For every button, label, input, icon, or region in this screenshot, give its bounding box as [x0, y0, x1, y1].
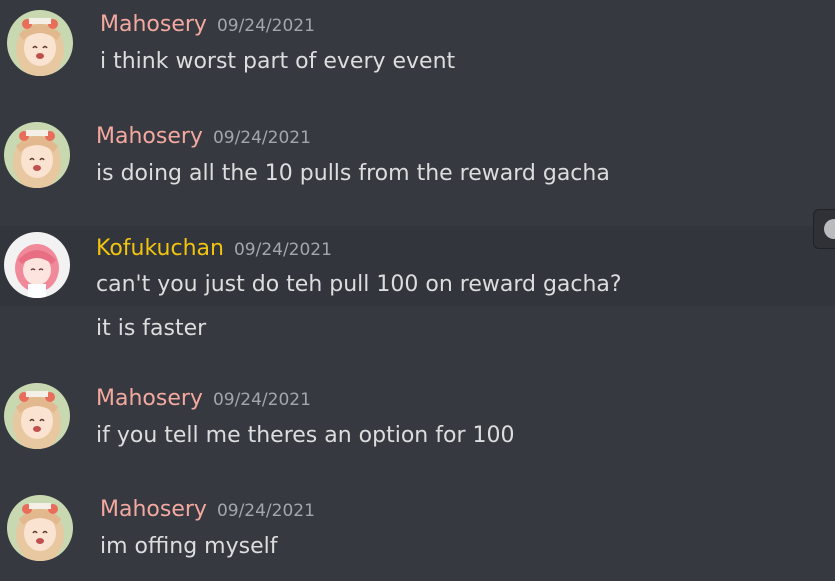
- message-text-followup: it is faster: [96, 316, 207, 341]
- message-text: is doing all the 10 pulls from the rewar…: [96, 161, 610, 186]
- message-item[interactable]: Kofukuchan 09/24/2021 can't you just do t…: [0, 226, 835, 306]
- timestamp: 09/24/2021: [216, 16, 315, 36]
- message-actions-button[interactable]: [813, 209, 835, 249]
- message-text: i think worst part of every event: [100, 49, 456, 74]
- username[interactable]: Mahosery: [96, 386, 203, 411]
- message-text: im offing myself: [100, 534, 278, 559]
- timestamp: 09/24/2021: [212, 390, 311, 410]
- username[interactable]: Kofukuchan: [96, 236, 224, 261]
- message-header: Mahosery 09/24/2021: [96, 388, 311, 410]
- message-text: can't you just do teh pull 100 on reward…: [96, 272, 622, 297]
- emoji-reaction-icon: [824, 219, 835, 239]
- timestamp: 09/24/2021: [233, 240, 332, 260]
- username[interactable]: Mahosery: [96, 124, 203, 149]
- username[interactable]: Mahosery: [100, 497, 207, 522]
- message-header: Mahosery 09/24/2021: [100, 499, 315, 521]
- avatar-mahosery[interactable]: [4, 383, 70, 449]
- message-item[interactable]: Mahosery 09/24/2021 is doing all the 10 p…: [0, 112, 835, 212]
- message-item[interactable]: Mahosery 09/24/2021 if you tell me theres…: [0, 374, 835, 474]
- avatar-mahosery[interactable]: [4, 122, 70, 188]
- message-header: Mahosery 09/24/2021: [100, 14, 315, 36]
- avatar-mahosery[interactable]: [7, 10, 73, 76]
- avatar-mahosery[interactable]: [7, 495, 73, 561]
- message-text: if you tell me theres an option for 100: [96, 423, 515, 448]
- username[interactable]: Mahosery: [100, 12, 207, 37]
- message-header: Kofukuchan 09/24/2021: [96, 238, 332, 260]
- chat-message-list: Mahosery 09/24/2021 i think worst part of…: [0, 0, 835, 581]
- timestamp: 09/24/2021: [216, 501, 315, 521]
- message-item[interactable]: Mahosery 09/24/2021 i think worst part of…: [0, 0, 835, 100]
- message-header: Mahosery 09/24/2021: [96, 126, 311, 148]
- timestamp: 09/24/2021: [212, 128, 311, 148]
- avatar-kofukuchan[interactable]: [4, 232, 70, 298]
- message-item[interactable]: Mahosery 09/24/2021 im offing myself: [0, 485, 835, 581]
